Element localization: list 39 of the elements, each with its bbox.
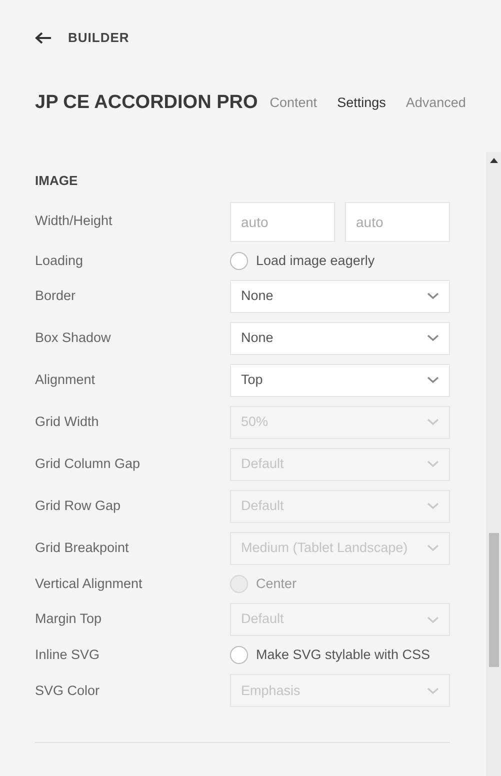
- field-label: Vertical Alignment: [35, 574, 144, 593]
- field-label: SVG Color: [35, 682, 101, 700]
- scrollbar-thumb[interactable]: [488, 533, 498, 667]
- chevron-down-icon: [427, 292, 439, 300]
- checkbox-option[interactable]: Make SVG stylable with CSS: [230, 645, 450, 666]
- scrollbar[interactable]: [486, 152, 501, 776]
- field-label: Grid Width: [35, 413, 100, 432]
- tab[interactable]: Content: [270, 92, 318, 114]
- section-heading: IMAGE: [35, 172, 79, 190]
- chevron-down-icon: [427, 502, 439, 510]
- field-label: Inline SVG: [35, 646, 101, 664]
- chevron-down-icon: [427, 460, 439, 468]
- field-label: Grid Row Gap: [35, 497, 122, 516]
- select-field[interactable]: None: [230, 280, 450, 313]
- size-input[interactable]: auto: [230, 202, 335, 242]
- field-label: Width/Height: [35, 212, 114, 230]
- field-label: Box Shadow: [35, 329, 112, 348]
- select-field[interactable]: Top: [230, 364, 450, 397]
- chevron-down-icon: [427, 418, 439, 426]
- select-field[interactable]: None: [230, 322, 450, 355]
- chevron-down-icon: [427, 544, 439, 552]
- back-arrow-icon: [35, 32, 52, 44]
- scroll-up-icon[interactable]: [490, 158, 498, 163]
- element-title: JP CE ACCORDION PRO: [35, 90, 258, 115]
- tab[interactable]: Advanced: [406, 92, 466, 114]
- field-label: Loading: [35, 252, 84, 270]
- field-label: Margin Top: [35, 610, 103, 628]
- chevron-down-icon: [427, 334, 439, 342]
- chevron-down-icon: [427, 616, 439, 624]
- chevron-down-icon: [427, 376, 439, 384]
- field-label: Border: [35, 287, 77, 306]
- chevron-down-icon: [427, 686, 439, 695]
- field-label: Grid Column Gap: [35, 455, 142, 474]
- checkbox-option[interactable]: Load image eagerly: [230, 250, 450, 271]
- size-input[interactable]: auto: [345, 202, 450, 242]
- field-label: Grid Breakpoint: [35, 539, 130, 558]
- tab[interactable]: Settings: [337, 92, 386, 114]
- back-button[interactable]: BUILDER: [35, 28, 450, 48]
- field-label: Alignment: [35, 371, 96, 390]
